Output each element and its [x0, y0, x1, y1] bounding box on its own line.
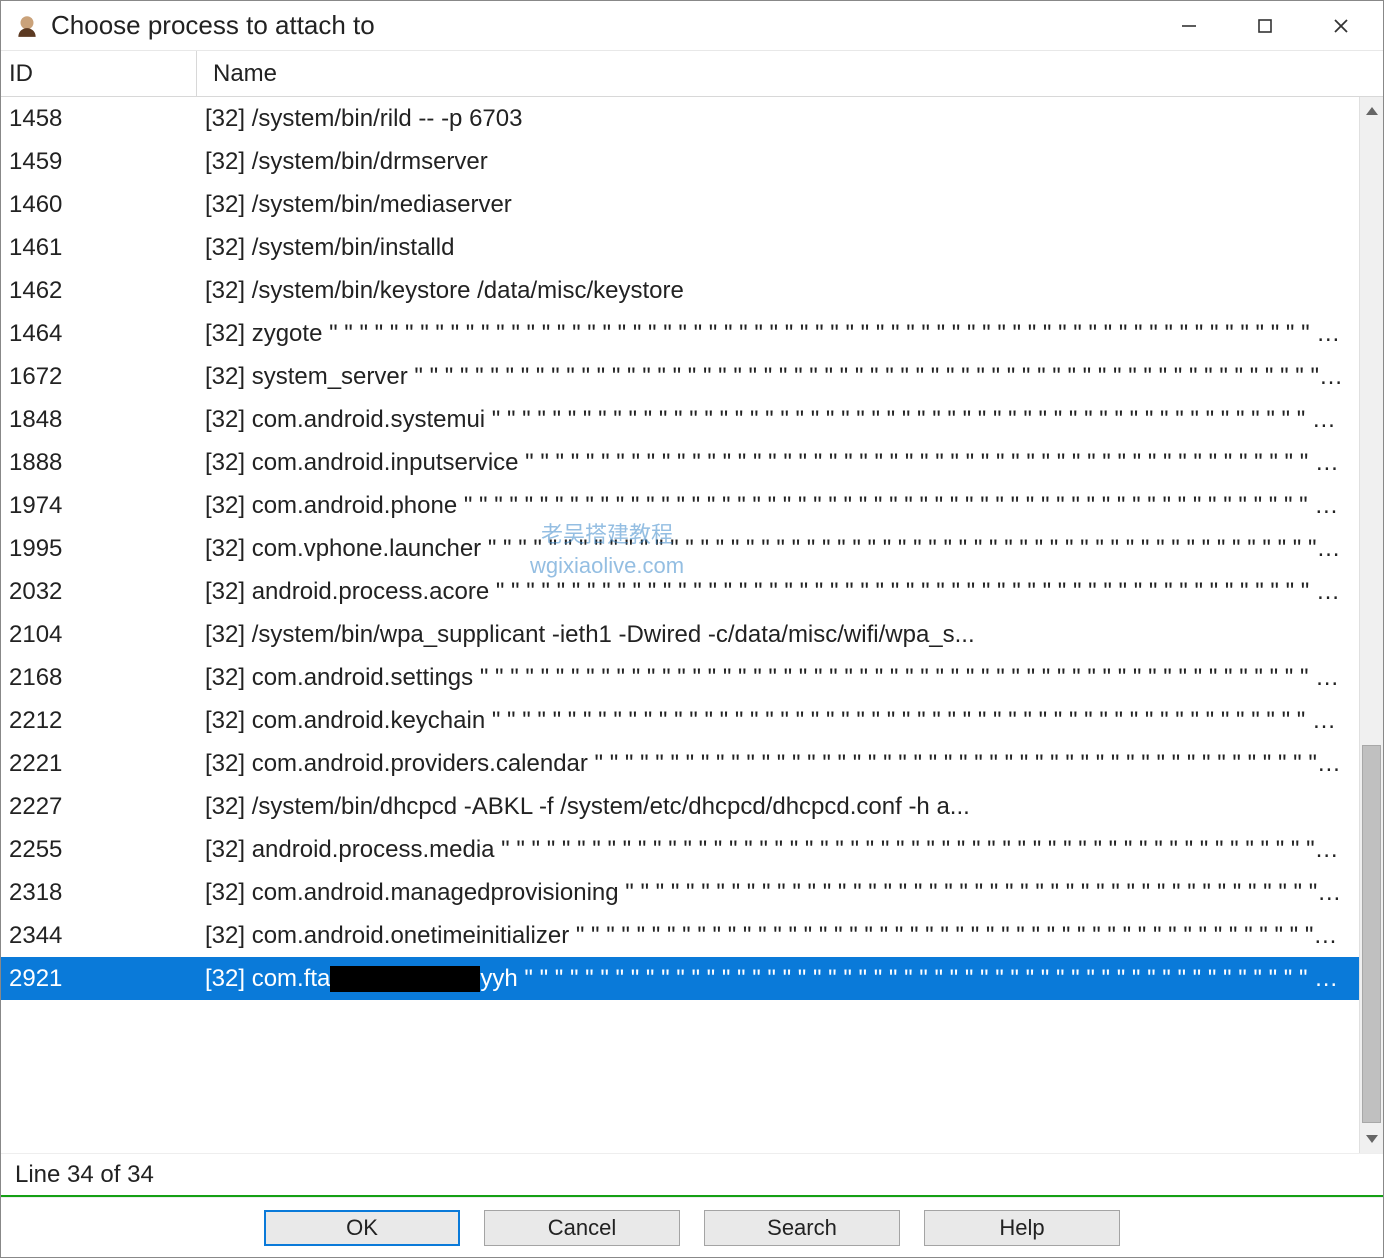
- cell-id: 2104: [1, 621, 197, 649]
- table-row[interactable]: 1848[32] com.android.systemui " " " " " …: [1, 398, 1359, 441]
- table-row[interactable]: 1459[32] /system/bin/drmserver: [1, 140, 1359, 183]
- cell-name: [32] com.android.managedprovisioning " "…: [197, 879, 1359, 907]
- cell-id: 1974: [1, 492, 197, 520]
- cell-name: [32] /system/bin/drmserver: [197, 148, 1359, 176]
- button-bar: OK Cancel Search Help: [1, 1197, 1383, 1257]
- table-row[interactable]: 2221[32] com.android.providers.calendar …: [1, 742, 1359, 785]
- table-row[interactable]: 1460[32] /system/bin/mediaserver: [1, 183, 1359, 226]
- cell-name: [32] /system/bin/dhcpcd -ABKL -f /system…: [197, 793, 1359, 821]
- cell-name: [32] /system/bin/rild -- -p 6703: [197, 105, 1359, 133]
- cell-id: 1458: [1, 105, 197, 133]
- cell-id: 2921: [1, 965, 197, 993]
- cell-id: 2255: [1, 836, 197, 864]
- table-row[interactable]: 1458[32] /system/bin/rild -- -p 6703: [1, 97, 1359, 140]
- window-title: Choose process to attach to: [51, 10, 1151, 41]
- cell-id: 2227: [1, 793, 197, 821]
- table-row[interactable]: 2255[32] android.process.media " " " " "…: [1, 828, 1359, 871]
- cell-id: 1888: [1, 449, 197, 477]
- scroll-thumb[interactable]: [1362, 745, 1381, 1123]
- titlebar: Choose process to attach to: [1, 1, 1383, 51]
- table-row[interactable]: 2921[32] com.ftayyh " " " " " " " " " " …: [1, 957, 1359, 1000]
- search-button[interactable]: Search: [704, 1210, 900, 1246]
- table-row[interactable]: 1461[32] /system/bin/installd: [1, 226, 1359, 269]
- cell-name: [32] system_server " " " " " " " " " " "…: [197, 363, 1359, 391]
- cell-name: [32] com.android.settings " " " " " " " …: [197, 664, 1359, 692]
- cancel-button[interactable]: Cancel: [484, 1210, 680, 1246]
- cell-name: [32] /system/bin/mediaserver: [197, 191, 1359, 219]
- cell-name: [32] /system/bin/keystore /data/misc/key…: [197, 277, 1359, 305]
- cell-name: [32] zygote " " " " " " " " " " " " " " …: [197, 320, 1359, 348]
- ok-button[interactable]: OK: [264, 1210, 460, 1246]
- table-row[interactable]: 2318[32] com.android.managedprovisioning…: [1, 871, 1359, 914]
- table-row[interactable]: 2168[32] com.android.settings " " " " " …: [1, 656, 1359, 699]
- cell-id: 2318: [1, 879, 197, 907]
- cell-id: 1672: [1, 363, 197, 391]
- cell-id: 2032: [1, 578, 197, 606]
- scroll-down-icon[interactable]: [1360, 1125, 1383, 1153]
- cell-name: [32] com.android.systemui " " " " " " " …: [197, 406, 1359, 434]
- cell-id: 2344: [1, 922, 197, 950]
- cell-name: [32] com.android.keychain " " " " " " " …: [197, 707, 1359, 735]
- cell-name: [32] com.android.inputservice " " " " " …: [197, 449, 1359, 477]
- table-row[interactable]: 2227[32] /system/bin/dhcpcd -ABKL -f /sy…: [1, 785, 1359, 828]
- table-row[interactable]: 1672[32] system_server " " " " " " " " "…: [1, 355, 1359, 398]
- help-button[interactable]: Help: [924, 1210, 1120, 1246]
- redacted-segment: [330, 966, 480, 992]
- maximize-button[interactable]: [1227, 1, 1303, 50]
- column-headers: ID Name: [1, 51, 1383, 97]
- cell-id: 1995: [1, 535, 197, 563]
- table-row[interactable]: 2212[32] com.android.keychain " " " " " …: [1, 699, 1359, 742]
- cell-name: [32] com.vphone.launcher " " " " " " " "…: [197, 535, 1359, 563]
- scroll-track[interactable]: [1360, 125, 1383, 1125]
- window-controls: [1151, 1, 1379, 50]
- cell-id: 1459: [1, 148, 197, 176]
- cell-id: 1464: [1, 320, 197, 348]
- table-row[interactable]: 1888[32] com.android.inputservice " " " …: [1, 441, 1359, 484]
- cell-name: [32] com.android.phone " " " " " " " " "…: [197, 492, 1359, 520]
- cell-name: [32] com.android.providers.calendar " " …: [197, 750, 1359, 778]
- cell-name: [32] com.ftayyh " " " " " " " " " " " " …: [197, 965, 1359, 993]
- close-button[interactable]: [1303, 1, 1379, 50]
- cell-name: [32] android.process.acore " " " " " " "…: [197, 578, 1359, 606]
- process-list[interactable]: 1458[32] /system/bin/rild -- -p 67031459…: [1, 97, 1359, 1153]
- vertical-scrollbar[interactable]: [1359, 97, 1383, 1153]
- cell-id: 2212: [1, 707, 197, 735]
- scroll-up-icon[interactable]: [1360, 97, 1383, 125]
- minimize-button[interactable]: [1151, 1, 1227, 50]
- table-row[interactable]: 1462[32] /system/bin/keystore /data/misc…: [1, 269, 1359, 312]
- status-bar: Line 34 of 34: [1, 1153, 1383, 1197]
- cell-id: 2221: [1, 750, 197, 778]
- cell-id: 1460: [1, 191, 197, 219]
- table-row[interactable]: 2104[32] /system/bin/wpa_supplicant -iet…: [1, 613, 1359, 656]
- table-row[interactable]: 1974[32] com.android.phone " " " " " " "…: [1, 484, 1359, 527]
- cell-id: 1848: [1, 406, 197, 434]
- cell-id: 1461: [1, 234, 197, 262]
- cell-name: [32] android.process.media " " " " " " "…: [197, 836, 1359, 864]
- table-row[interactable]: 2032[32] android.process.acore " " " " "…: [1, 570, 1359, 613]
- cell-name: [32] /system/bin/wpa_supplicant -ieth1 -…: [197, 621, 1359, 649]
- process-attach-dialog: Choose process to attach to ID Name 1458…: [0, 0, 1384, 1258]
- column-header-id[interactable]: ID: [1, 51, 197, 96]
- table-row[interactable]: 1995[32] com.vphone.launcher " " " " " "…: [1, 527, 1359, 570]
- column-header-name[interactable]: Name: [197, 51, 1383, 96]
- table-row[interactable]: 2344[32] com.android.onetimeinitializer …: [1, 914, 1359, 957]
- cell-name: [32] /system/bin/installd: [197, 234, 1359, 262]
- cell-id: 2168: [1, 664, 197, 692]
- cell-id: 1462: [1, 277, 197, 305]
- table-row[interactable]: 1464[32] zygote " " " " " " " " " " " " …: [1, 312, 1359, 355]
- app-icon: [13, 12, 41, 40]
- cell-name: [32] com.android.onetimeinitializer " " …: [197, 922, 1359, 950]
